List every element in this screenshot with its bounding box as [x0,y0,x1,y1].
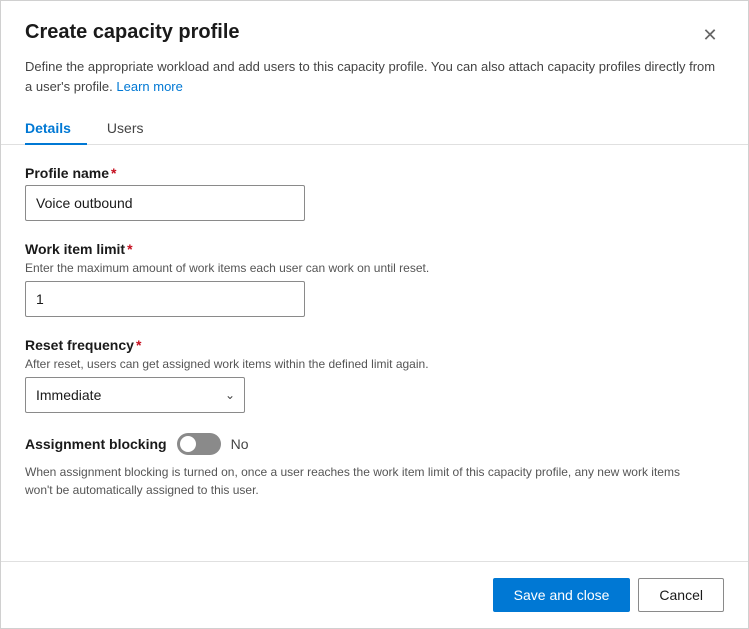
create-capacity-profile-dialog: Create capacity profile ✕ Define the app… [0,0,749,629]
work-item-limit-input[interactable] [25,281,305,317]
dialog-description: Define the appropriate workload and add … [1,49,748,96]
save-and-close-button[interactable]: Save and close [493,578,631,612]
learn-more-link[interactable]: Learn more [116,79,182,94]
assignment-blocking-note: When assignment blocking is turned on, o… [25,463,705,499]
close-icon: ✕ [702,26,717,44]
profile-name-label: Profile name* [25,165,724,181]
close-button[interactable]: ✕ [696,21,724,49]
assignment-blocking-toggle[interactable] [177,433,221,455]
required-star-profile: * [111,165,116,181]
reset-frequency-label: Reset frequency* [25,337,724,353]
assignment-blocking-status: No [231,436,249,452]
work-item-limit-label: Work item limit* [25,241,724,257]
required-star-limit: * [127,241,132,257]
reset-frequency-select[interactable]: Immediate Daily Weekly Monthly [25,377,245,413]
work-item-limit-hint: Enter the maximum amount of work items e… [25,261,724,275]
profile-name-input[interactable] [25,185,305,221]
reset-frequency-group: Reset frequency* After reset, users can … [25,337,724,413]
required-star-reset: * [136,337,141,353]
tabs-container: Details Users [1,96,748,145]
tab-users[interactable]: Users [91,112,160,144]
tab-details[interactable]: Details [25,112,87,144]
dialog-body: Profile name* Work item limit* Enter the… [1,145,748,561]
toggle-thumb [180,436,196,452]
dialog-title: Create capacity profile [25,21,240,44]
cancel-button[interactable]: Cancel [638,578,724,612]
dialog-header: Create capacity profile ✕ [1,1,748,49]
reset-frequency-select-wrapper: Immediate Daily Weekly Monthly ⌄ [25,377,245,413]
assignment-blocking-group: Assignment blocking No When assignment b… [25,433,724,499]
reset-frequency-hint: After reset, users can get assigned work… [25,357,724,371]
dialog-footer: Save and close Cancel [1,561,748,628]
work-item-limit-group: Work item limit* Enter the maximum amoun… [25,241,724,317]
assignment-blocking-label: Assignment blocking [25,436,167,452]
profile-name-group: Profile name* [25,165,724,221]
assignment-blocking-row: Assignment blocking No [25,433,724,455]
